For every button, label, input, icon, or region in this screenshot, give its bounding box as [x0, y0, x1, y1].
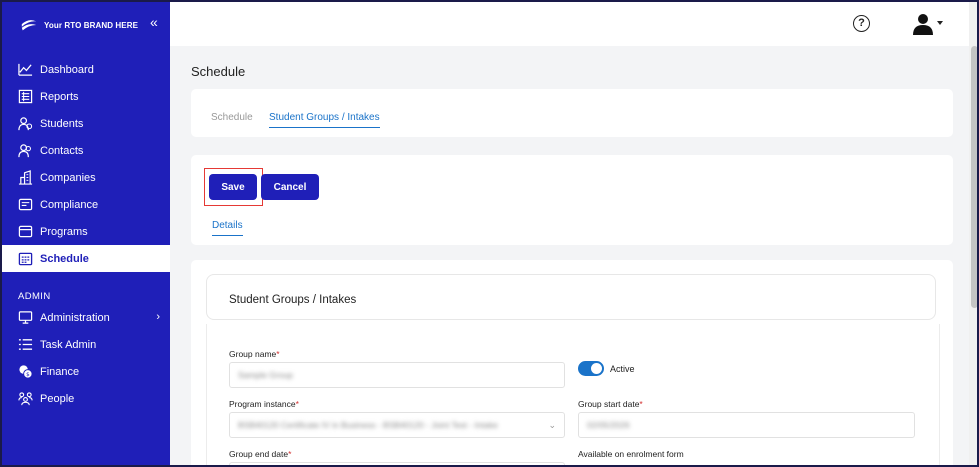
sidebar: Your RTO BRAND HERE « Dashboard Reports …: [2, 2, 170, 465]
tabs-card: Schedule Student Groups / Intakes: [191, 89, 953, 137]
group-start-date-input[interactable]: 02/05/2026: [578, 412, 915, 438]
sidebar-item-label: Contacts: [40, 144, 84, 157]
group-start-date-label: Group start date*: [578, 399, 643, 409]
form-body: [206, 324, 940, 465]
enrolment-form-label: Available on enrolment form: [578, 449, 684, 459]
required-mark: *: [288, 449, 292, 459]
form-section-title: Student Groups / Intakes: [229, 294, 357, 306]
top-bar: ?: [170, 2, 969, 46]
programs-icon: [18, 225, 33, 238]
sidebar-item-schedule[interactable]: Schedule: [2, 245, 170, 272]
program-instance-label: Program instance*: [229, 399, 299, 409]
people-icon: [18, 392, 33, 406]
sidebar-item-label: Finance: [40, 365, 80, 378]
group-name-label: Group name*: [229, 349, 280, 359]
group-name-input[interactable]: Sample Group: [229, 362, 565, 388]
group-end-date-label: Group end date*: [229, 449, 291, 459]
sidebar-item-label: People: [40, 392, 75, 405]
tab-schedule[interactable]: Schedule: [211, 112, 253, 127]
sidebar-item-label: Companies: [40, 171, 96, 184]
user-menu-caret-icon[interactable]: [937, 21, 943, 25]
group-name-value: Sample Group: [238, 370, 293, 380]
sidebar-item-label: Administration: [40, 311, 110, 324]
group-start-date-value: 02/05/2026: [587, 420, 630, 430]
sidebar-item-finance[interactable]: $ Finance: [2, 358, 170, 385]
sidebar-item-label: Dashboard: [40, 63, 94, 76]
save-button[interactable]: Save: [209, 174, 257, 200]
required-mark: *: [276, 349, 280, 359]
sidebar-item-compliance[interactable]: Compliance: [2, 191, 170, 218]
form-section-header: Student Groups / Intakes: [206, 274, 936, 320]
tab-details[interactable]: Details: [212, 220, 243, 236]
user-icon[interactable]: [911, 12, 935, 36]
group-end-date-label-text: Group end date: [229, 449, 289, 459]
help-icon[interactable]: ?: [853, 15, 870, 32]
program-instance-select[interactable]: BSB40120 Certificate IV in Business - BS…: [229, 412, 565, 438]
sidebar-item-administration[interactable]: Administration ›: [2, 304, 170, 331]
app-window: Your RTO BRAND HERE « Dashboard Reports …: [0, 0, 979, 467]
chevron-right-icon: ›: [156, 311, 160, 323]
group-name-label-text: Group name: [229, 349, 277, 359]
chevron-down-icon: ⌄: [548, 420, 556, 430]
brand-name: Your RTO BRAND HERE: [44, 20, 139, 30]
active-toggle-label: Active: [610, 364, 635, 374]
cancel-button[interactable]: Cancel: [261, 174, 319, 200]
svg-text:$: $: [26, 372, 30, 378]
required-mark: *: [639, 399, 643, 409]
program-instance-label-text: Program instance: [229, 399, 296, 409]
sidebar-item-label: Programs: [40, 225, 88, 238]
reports-icon: [18, 89, 33, 104]
companies-icon: [18, 170, 33, 185]
schedule-icon: [18, 252, 33, 266]
task-admin-icon: [18, 339, 33, 350]
sidebar-item-label: Schedule: [40, 252, 89, 265]
sidebar-item-contacts[interactable]: Contacts: [2, 137, 170, 164]
group-start-date-label-text: Group start date: [578, 399, 640, 409]
scrollbar-thumb[interactable]: [971, 46, 977, 308]
sidebar-item-dashboard[interactable]: Dashboard: [2, 56, 170, 83]
sidebar-nav: Dashboard Reports Students Contacts Comp…: [2, 56, 170, 412]
sidebar-item-task-admin[interactable]: Task Admin: [2, 331, 170, 358]
finance-icon: $: [19, 365, 33, 379]
sidebar-item-label: Task Admin: [40, 338, 97, 351]
dashboard-icon: [18, 63, 33, 76]
page-title: Schedule: [191, 64, 246, 79]
sidebar-item-label: Reports: [40, 90, 79, 103]
administration-icon: [18, 311, 33, 324]
sidebar-item-programs[interactable]: Programs: [2, 218, 170, 245]
sidebar-item-label: Compliance: [40, 198, 99, 211]
program-instance-value: BSB40120 Certificate IV in Business - BS…: [238, 420, 498, 430]
group-end-date-input[interactable]: [229, 462, 565, 465]
active-toggle[interactable]: [578, 361, 604, 376]
sidebar-item-reports[interactable]: Reports: [2, 83, 170, 110]
contacts-icon: [18, 144, 31, 158]
brand-logo-icon: [21, 20, 37, 31]
students-icon: [18, 117, 33, 131]
brand[interactable]: Your RTO BRAND HERE: [20, 14, 138, 36]
compliance-icon: [18, 198, 33, 211]
collapse-sidebar-icon[interactable]: «: [150, 14, 158, 30]
admin-section-heading: ADMIN: [18, 291, 51, 302]
actions-card: [191, 155, 953, 245]
sidebar-item-students[interactable]: Students: [2, 110, 170, 137]
sidebar-item-people[interactable]: People: [2, 385, 170, 412]
required-mark: *: [295, 399, 299, 409]
sidebar-item-label: Students: [40, 117, 84, 130]
tab-student-groups-intakes[interactable]: Student Groups / Intakes: [269, 112, 380, 128]
sidebar-item-companies[interactable]: Companies: [2, 164, 170, 191]
